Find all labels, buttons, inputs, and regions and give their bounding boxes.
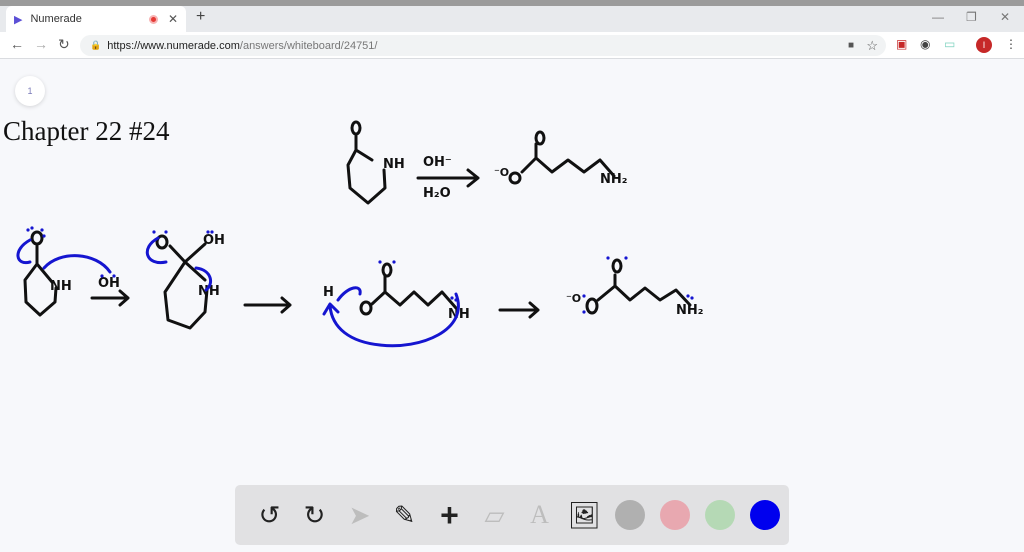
reagent-water: H₂O: [423, 186, 451, 201]
color-swatch: [614, 500, 645, 530]
color-pink-button[interactable]: [652, 495, 697, 535]
oh-label: OH: [203, 233, 225, 248]
handwritten-labels: NH OH⁻ H₂O NH₂ ⁻O NH OH OH NH H NH NH₂ ⁻…: [50, 155, 703, 322]
blue-ink-arrows: [16, 236, 460, 348]
color-swatch: [749, 500, 780, 530]
undo-button[interactable]: ↺: [247, 495, 292, 535]
minus-label: ⁻O: [566, 292, 581, 305]
color-swatch: [704, 500, 735, 530]
oh-label: OH: [98, 276, 120, 291]
add-button[interactable]: +: [427, 495, 472, 535]
h-label: H: [323, 285, 334, 300]
nh2-label: NH₂: [676, 303, 703, 318]
pencil-button[interactable]: ✎: [382, 495, 427, 535]
eraser-button[interactable]: ▱: [472, 495, 517, 535]
select-pointer-button[interactable]: ➤: [337, 495, 382, 535]
minus-label: ⁻O: [494, 166, 509, 179]
color-blue-button[interactable]: [742, 495, 787, 535]
color-green-button[interactable]: [697, 495, 742, 535]
reagent-hydroxide: OH⁻: [423, 155, 452, 170]
nh-label: NH: [383, 157, 405, 172]
image-button[interactable]: 🖼: [562, 495, 607, 535]
redo-button[interactable]: ↻: [292, 495, 337, 535]
text-tool-button[interactable]: A: [517, 495, 562, 535]
color-gray-button[interactable]: [607, 495, 652, 535]
black-ink-strokes: [23, 120, 692, 330]
color-swatch: [659, 500, 690, 530]
drawing-toolbar: ↺ ↻ ➤ ✎ + ▱ A 🖼: [235, 485, 789, 545]
nh-label: NH: [50, 279, 72, 294]
drawing-canvas: NH OH⁻ H₂O NH₂ ⁻O NH OH OH NH H NH NH₂ ⁻…: [16, 120, 703, 348]
nh2-label: NH₂: [600, 172, 627, 187]
